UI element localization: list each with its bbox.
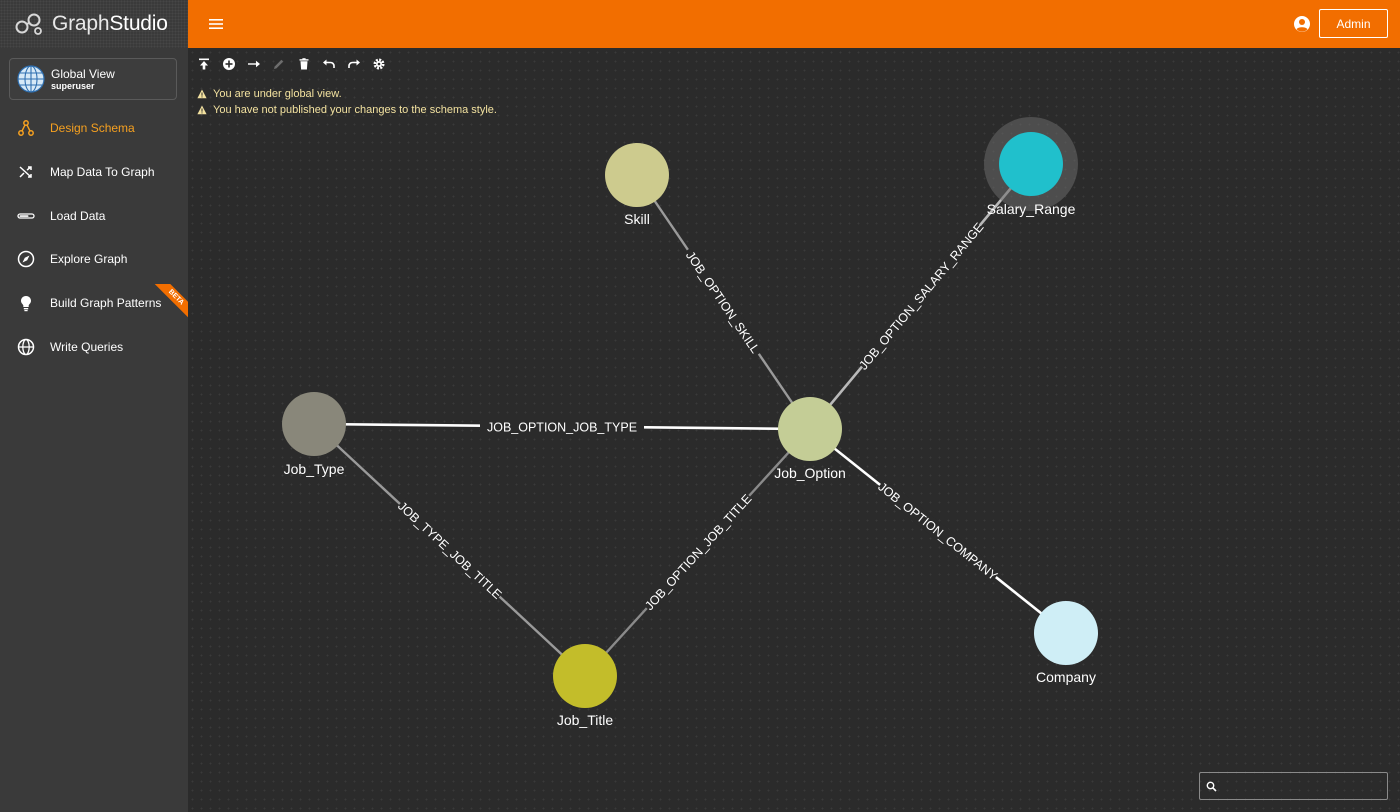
edge-label-job-option-company: JOB_OPTION_COMPANY xyxy=(875,478,1001,584)
redo-icon[interactable] xyxy=(346,56,362,72)
node-job-title[interactable]: Job_Title xyxy=(553,644,617,728)
warning-unpublished-style: You have not published your changes to t… xyxy=(197,102,497,118)
sidebar-item-write-queries[interactable]: Write Queries xyxy=(0,329,188,365)
lightbulb-icon xyxy=(21,296,31,312)
beta-badge-label: BETA xyxy=(154,284,188,318)
settings-icon[interactable] xyxy=(371,56,387,72)
svg-text:JOB_TYPE_JOB_TITLE: JOB_TYPE_JOB_TITLE xyxy=(395,499,504,602)
svg-text:JOB_OPTION_JOB_TITLE: JOB_OPTION_JOB_TITLE xyxy=(642,492,754,613)
brand-name-part2: Studio xyxy=(109,12,168,35)
search-input[interactable] xyxy=(1222,779,1382,793)
node-label: Company xyxy=(1036,669,1096,685)
hamburger-icon[interactable] xyxy=(204,12,228,36)
sidebar: Global View superuser Design Schema Map … xyxy=(0,48,188,812)
warning-messages: You are under global view. You have not … xyxy=(197,86,497,118)
sidebar-item-label: Load Data xyxy=(50,209,106,223)
global-view-selector[interactable]: Global View superuser xyxy=(9,58,177,100)
warning-global-view: You are under global view. xyxy=(197,86,497,102)
node-salary-range[interactable]: Salary_Range xyxy=(984,117,1078,217)
schema-icon xyxy=(18,120,34,136)
globe-query-icon xyxy=(17,338,35,356)
node-label: Job_Option xyxy=(774,465,846,481)
warning-text: You have not published your changes to t… xyxy=(213,104,497,116)
brand-name-part1: Graph xyxy=(52,12,110,35)
warning-text: You are under global view. xyxy=(213,88,342,100)
node-label: Skill xyxy=(624,211,650,227)
admin-button[interactable]: Admin xyxy=(1319,9,1388,38)
add-vertex-icon[interactable] xyxy=(221,56,237,72)
svg-text:JOB_OPTION_SKILL: JOB_OPTION_SKILL xyxy=(683,249,762,356)
compass-icon xyxy=(17,250,35,268)
account-circle-icon[interactable] xyxy=(1292,14,1312,34)
node-company[interactable]: Company xyxy=(1034,601,1098,685)
sidebar-item-label: Explore Graph xyxy=(50,252,128,266)
publish-icon[interactable] xyxy=(196,56,212,72)
sidebar-item-label: Write Queries xyxy=(50,340,124,354)
brand-name: GraphStudio xyxy=(52,12,168,36)
node-skill[interactable]: Skill xyxy=(605,143,669,227)
node-job-type[interactable]: Job_Type xyxy=(282,392,346,477)
edge-label-job-option-job-type: JOB_OPTION_JOB_TYPE xyxy=(480,419,644,435)
shuffle-icon xyxy=(19,166,32,178)
svg-text:JOB_OPTION_SALARY_RANGE: JOB_OPTION_SALARY_RANGE xyxy=(856,220,986,372)
app-root: Admin GraphStudio Global View superuser … xyxy=(0,0,1400,812)
edge-label-job-type-job-title: JOB_TYPE_JOB_TITLE xyxy=(394,497,506,603)
sidebar-item-label: Build Graph Patterns xyxy=(50,296,162,310)
edge-label-job-option-skill: JOB_OPTION_SKILL xyxy=(680,245,766,359)
beta-badge: BETA xyxy=(154,284,188,318)
sidebar-item-design-schema[interactable]: Design Schema xyxy=(0,110,188,146)
edit-icon[interactable] xyxy=(271,56,287,72)
edge-label-job-option-salary-range: JOB_OPTION_SALARY_RANGE xyxy=(855,220,986,372)
sidebar-item-label: Map Data To Graph xyxy=(50,165,155,179)
sidebar-item-load-data[interactable]: Load Data xyxy=(0,198,188,234)
warning-icon xyxy=(197,105,207,115)
load-bar-icon xyxy=(17,213,35,219)
view-title: Global View xyxy=(51,66,115,81)
node-label: Job_Title xyxy=(557,712,614,728)
graphstudio-logo-icon xyxy=(15,13,42,35)
sidebar-item-explore-graph[interactable]: Explore Graph xyxy=(0,241,188,277)
warning-icon xyxy=(197,89,207,99)
schema-toolbar xyxy=(196,56,387,72)
globe-icon xyxy=(17,65,45,93)
vertex-search-box[interactable] xyxy=(1199,772,1388,800)
schema-canvas[interactable]: JOB_OPTION_SKILL JOB_OPTION_SALARY_RANGE… xyxy=(188,48,1400,812)
node-job-option[interactable]: Job_Option xyxy=(774,397,846,481)
schema-graph[interactable]: JOB_OPTION_SKILL JOB_OPTION_SALARY_RANGE… xyxy=(188,48,1400,812)
search-icon xyxy=(1206,781,1217,792)
svg-text:JOB_OPTION_COMPANY: JOB_OPTION_COMPANY xyxy=(875,480,1000,584)
undo-icon[interactable] xyxy=(321,56,337,72)
sidebar-item-label: Design Schema xyxy=(50,121,135,135)
edge-label-job-option-job-title: JOB_OPTION_JOB_TITLE xyxy=(640,490,756,614)
view-user: superuser xyxy=(51,80,95,91)
sidebar-item-map-data[interactable]: Map Data To Graph xyxy=(0,154,188,190)
top-bar: Admin xyxy=(0,0,1400,48)
node-label: Job_Type xyxy=(284,461,345,477)
delete-icon[interactable] xyxy=(296,56,312,72)
node-label: Salary_Range xyxy=(987,201,1076,217)
add-edge-icon[interactable] xyxy=(246,56,262,72)
brand-logo[interactable]: GraphStudio xyxy=(0,0,188,48)
svg-text:JOB_OPTION_JOB_TYPE: JOB_OPTION_JOB_TYPE xyxy=(487,421,637,435)
